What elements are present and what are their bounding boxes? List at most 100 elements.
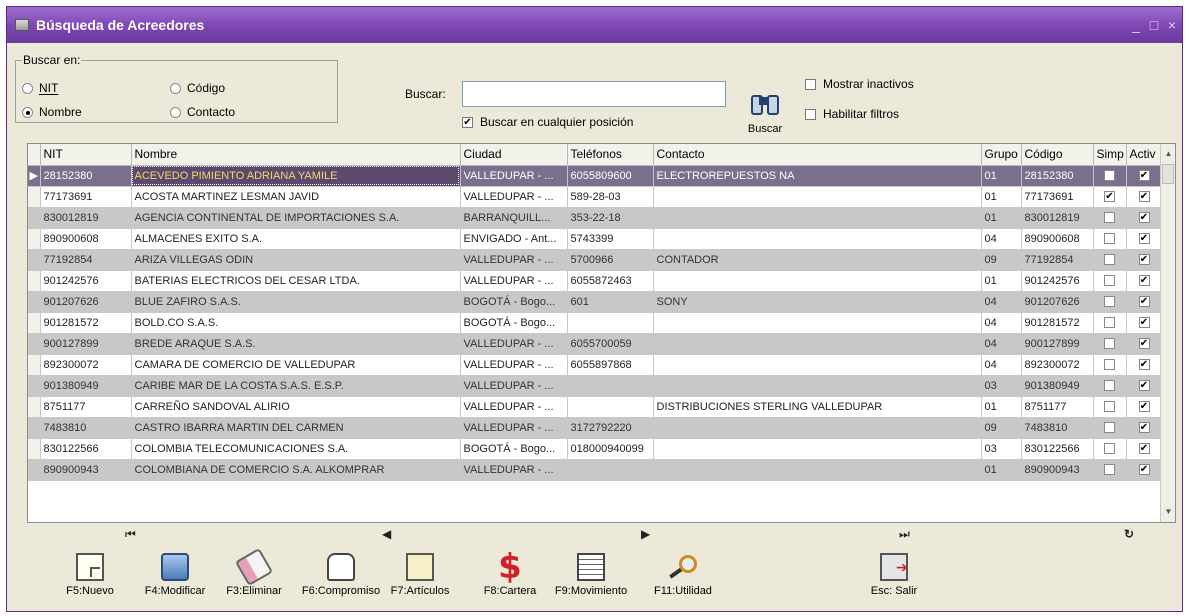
simp-checkbox[interactable]: ✔ [1104, 191, 1115, 203]
simp-checkbox[interactable] [1104, 401, 1115, 413]
cell-codigo[interactable]: 901207626 [1021, 291, 1094, 313]
column-header-nit[interactable]: NIT [40, 144, 132, 166]
activ-checkbox[interactable]: ✔ [1138, 170, 1150, 182]
search-button[interactable]: Buscar [737, 89, 793, 141]
cell-nombre[interactable]: CAMARA DE COMERCIO DE VALLEDUPAR [131, 354, 461, 376]
column-header-codigo[interactable]: Código [1021, 144, 1094, 166]
column-header-simp[interactable]: Simp [1093, 144, 1127, 166]
simp-checkbox[interactable] [1104, 359, 1115, 371]
cell-telefonos[interactable]: 601 [567, 291, 654, 313]
cell-telefonos[interactable]: 5743399 [567, 228, 654, 250]
cell-simp[interactable] [1093, 270, 1127, 292]
cell-nombre[interactable]: CASTRO IBARRA MARTIN DEL CARMEN [131, 417, 461, 439]
cell-nombre[interactable]: CARREÑO SANDOVAL ALIRIO [131, 396, 461, 418]
cell-codigo[interactable]: 900127899 [1021, 333, 1094, 355]
cell-telefonos[interactable]: 6055700059 [567, 333, 654, 355]
cell-nit[interactable]: 77173691 [40, 186, 132, 208]
cell-contacto[interactable] [653, 228, 982, 250]
cell-ciudad[interactable]: ENVIGADO - Ant... [460, 228, 568, 250]
cell-simp[interactable] [1093, 417, 1127, 439]
activ-checkbox[interactable]: ✔ [1138, 212, 1150, 224]
commitment-button[interactable]: F6:Compromiso [296, 553, 386, 597]
cell-nit[interactable]: 890900608 [40, 228, 132, 250]
simp-checkbox[interactable] [1104, 338, 1115, 350]
cell-codigo[interactable]: 830122566 [1021, 438, 1094, 460]
cell-contacto[interactable] [653, 417, 982, 439]
column-header-telefonos[interactable]: Teléfonos [567, 144, 654, 166]
cell-activ[interactable]: ✔ [1126, 312, 1163, 334]
cell-grupo[interactable]: 04 [981, 228, 1022, 250]
cell-grupo[interactable]: 03 [981, 375, 1022, 397]
cell-simp[interactable]: ✔ [1093, 186, 1127, 208]
cell-nit[interactable]: 8751177 [40, 396, 132, 418]
cell-nit[interactable]: 901207626 [40, 291, 132, 313]
cell-codigo[interactable]: 901380949 [1021, 375, 1094, 397]
utility-button[interactable]: F11:Utilidad [638, 553, 728, 597]
cell-simp[interactable] [1093, 438, 1127, 460]
activ-checkbox[interactable]: ✔ [1138, 338, 1150, 350]
cell-telefonos[interactable]: 5700966 [567, 249, 654, 271]
table-row[interactable]: 890900943 COLOMBIANA DE COMERCIO S.A. ALK… [28, 459, 1163, 481]
cell-nombre[interactable]: ALMACENES EXITO S.A. [131, 228, 461, 250]
cell-simp[interactable] [1093, 165, 1127, 187]
cell-contacto[interactable]: CONTADOR [653, 249, 982, 271]
cell-nit[interactable]: 77192854 [40, 249, 132, 271]
cell-contacto[interactable] [653, 207, 982, 229]
cell-nombre[interactable]: BOLD.CO S.A.S. [131, 312, 461, 334]
last-record-icon[interactable]: ⏭ [899, 527, 910, 542]
cell-contacto[interactable] [653, 312, 982, 334]
cell-contacto[interactable] [653, 438, 982, 460]
cell-contacto[interactable]: ELECTROREPUESTOS NA [653, 165, 982, 187]
cell-nombre[interactable]: BATERIAS ELECTRICOS DEL CESAR LTDA. [131, 270, 461, 292]
cell-codigo[interactable]: 890900608 [1021, 228, 1094, 250]
cell-ciudad[interactable]: BOGOTÁ - Bogo... [460, 312, 568, 334]
search-input[interactable] [462, 81, 726, 107]
cell-ciudad[interactable]: BARRANQUILL... [460, 207, 568, 229]
cell-nit[interactable]: 901380949 [40, 375, 132, 397]
cell-nombre[interactable]: BREDE ARAQUE S.A.S. [131, 333, 461, 355]
cell-activ[interactable]: ✔ [1126, 291, 1163, 313]
column-header-contacto[interactable]: Contacto [653, 144, 982, 166]
column-header-activ[interactable]: Activ [1126, 144, 1163, 166]
cell-grupo[interactable]: 03 [981, 438, 1022, 460]
simp-checkbox[interactable] [1104, 233, 1115, 245]
cell-grupo[interactable]: 04 [981, 291, 1022, 313]
table-row[interactable]: 890900608 ALMACENES EXITO S.A. ENVIGADO - … [28, 228, 1163, 250]
cell-nit[interactable]: 890900943 [40, 459, 132, 481]
activ-checkbox[interactable]: ✔ [1138, 191, 1150, 203]
cell-telefonos[interactable]: 589-28-03 [567, 186, 654, 208]
cell-contacto[interactable] [653, 270, 982, 292]
new-button[interactable]: F5:Nuevo [45, 553, 135, 597]
cell-codigo[interactable]: 901281572 [1021, 312, 1094, 334]
table-row[interactable]: 830122566 COLOMBIA TELECOMUNICACIONES S.A… [28, 438, 1163, 460]
cell-ciudad[interactable]: BOGOTÁ - Bogo... [460, 438, 568, 460]
cell-simp[interactable] [1093, 459, 1127, 481]
cell-telefonos[interactable] [567, 312, 654, 334]
prior-record-icon[interactable]: ◀ [382, 527, 391, 541]
enable-filters-checkbox[interactable]: Habilitar filtros [805, 107, 899, 121]
activ-checkbox[interactable]: ✔ [1138, 233, 1150, 245]
table-row[interactable]: 7483810 CASTRO IBARRA MARTIN DEL CARMEN VA… [28, 417, 1163, 439]
table-row[interactable]: 830012819 AGENCIA CONTINENTAL DE IMPORTAC… [28, 207, 1163, 229]
table-row[interactable]: 901281572 BOLD.CO S.A.S. BOGOTÁ - Bogo... 0… [28, 312, 1163, 334]
cell-grupo[interactable]: 01 [981, 207, 1022, 229]
modify-button[interactable]: F4:Modificar [130, 553, 220, 597]
activ-checkbox[interactable]: ✔ [1138, 254, 1150, 266]
cell-nit[interactable]: 892300072 [40, 354, 132, 376]
creditors-grid[interactable]: NIT Nombre Ciudad Teléfonos Contacto Gru… [27, 143, 1176, 523]
table-row[interactable]: 900127899 BREDE ARAQUE S.A.S. VALLEDUPAR -… [28, 333, 1163, 355]
cell-contacto[interactable]: SONY [653, 291, 982, 313]
cell-activ[interactable]: ✔ [1126, 186, 1163, 208]
simp-checkbox[interactable] [1104, 422, 1115, 434]
cell-grupo[interactable]: 04 [981, 312, 1022, 334]
cell-codigo[interactable]: 7483810 [1021, 417, 1094, 439]
cell-simp[interactable] [1093, 354, 1127, 376]
table-row[interactable]: 77173691 ACOSTA MARTINEZ LESMAN JAVID VALL… [28, 186, 1163, 208]
cell-codigo[interactable]: 892300072 [1021, 354, 1094, 376]
cell-codigo[interactable]: 28152380 [1021, 165, 1094, 187]
cell-contacto[interactable] [653, 186, 982, 208]
activ-checkbox[interactable]: ✔ [1138, 464, 1150, 476]
cell-ciudad[interactable]: VALLEDUPAR - ... [460, 333, 568, 355]
cell-telefonos[interactable]: 6055872463 [567, 270, 654, 292]
first-record-icon[interactable]: ⏮ [125, 527, 136, 542]
